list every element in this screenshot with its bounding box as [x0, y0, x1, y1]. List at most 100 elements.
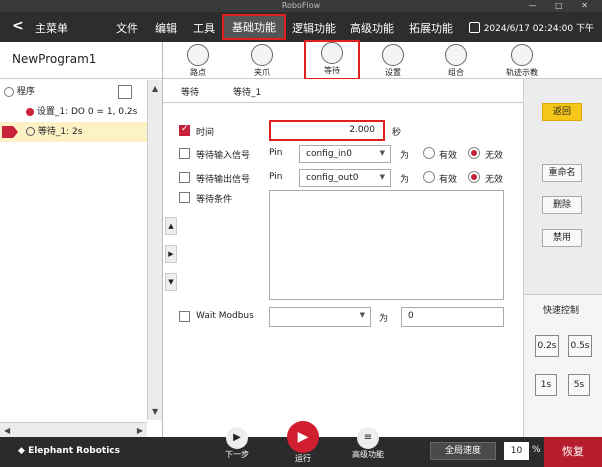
brand-logo: ◆ Elephant Robotics [18, 446, 120, 456]
back-icon[interactable]: < [12, 18, 24, 34]
tree-vertical-scrollbar[interactable]: ▲ ▼ [147, 80, 162, 420]
wait-input-pin-select[interactable]: config_in0 ▼ [299, 145, 391, 163]
speed-input[interactable]: 10 [504, 442, 529, 460]
modbus-select[interactable]: ▼ [269, 307, 371, 327]
restore-button[interactable]: 恢复 [544, 437, 602, 467]
set-icon [382, 44, 404, 66]
tool-label: 设置 [385, 68, 401, 77]
bottom-bar: ◆ Elephant Robotics ▶ 下一步 ▶ 运行 ≡ 高级功能 全局… [0, 421, 602, 467]
group-icon [445, 44, 467, 66]
window-controls[interactable]: — □ ✕ [529, 0, 596, 12]
quick-1s-button[interactable]: 1s [535, 374, 557, 396]
move-down-icon[interactable]: ▼ [165, 273, 177, 291]
tab-wait-1[interactable]: 等待_1 [233, 85, 261, 98]
list-icon[interactable] [118, 82, 136, 102]
wait-input-checkbox[interactable] [179, 148, 190, 159]
tool-group[interactable]: 组合 [433, 44, 479, 78]
time-unit: 秒 [392, 128, 402, 138]
condition-textarea[interactable] [269, 190, 504, 300]
window-title: RoboFlow [281, 1, 321, 10]
menu-tools[interactable]: 工具 [193, 20, 215, 36]
menu-bar: < 主菜单 文件 编辑 工具 基础功能 逻辑功能 高级功能 拓展功能 2024/… [0, 12, 602, 42]
tool-label: 组合 [448, 68, 464, 77]
tree-item-label: 等待_1: 2s [37, 127, 83, 137]
wait-output-valid-radio[interactable] [423, 171, 435, 183]
tree-item-set[interactable]: 设置_1: DO 0 = 1, 0.2s [0, 102, 147, 122]
condition-side-buttons: ▲ ▶ ▼ [163, 209, 178, 299]
wait-input-pin-value: config_in0 [306, 149, 352, 159]
tool-label: 夹爪 [254, 68, 270, 77]
quick-0-5s-button[interactable]: 0.5s [568, 335, 592, 357]
next-step-label: 下一步 [225, 450, 249, 459]
wait-icon [26, 127, 35, 136]
time-input[interactable]: 2.000 [269, 120, 385, 141]
next-step-button[interactable]: ▶ 下一步 [225, 427, 249, 460]
condition-checkbox[interactable] [179, 192, 190, 203]
datetime-text: 2024/6/17 02:24:00 下午 [483, 24, 594, 34]
tree-horizontal-scrollbar[interactable]: ◀ ▶ [0, 422, 147, 437]
rename-button[interactable]: 重命名 [542, 164, 582, 182]
tool-label: 路点 [190, 68, 206, 77]
run-button[interactable]: ▶ 运行 [287, 421, 319, 464]
datetime-display: 2024/6/17 02:24:00 下午 [468, 21, 594, 34]
scroll-right-icon[interactable]: ▶ [137, 426, 143, 435]
modbus-label: Wait Modbus [196, 311, 254, 321]
tool-label: 轨迹示教 [506, 68, 538, 77]
advanced-label: 高级功能 [352, 450, 384, 459]
menu-edit[interactable]: 编辑 [155, 20, 177, 36]
modbus-checkbox[interactable] [179, 311, 190, 322]
function-toolbar: 路点 夹爪 等待 设置 组合 轨迹示教 [163, 40, 602, 80]
wait-input-valid-radio[interactable] [423, 147, 435, 159]
calendar-icon [468, 22, 480, 33]
play-icon: ▶ [287, 421, 319, 453]
tool-wait[interactable]: 等待 [304, 40, 360, 80]
wait-output-pin-select[interactable]: config_out0 ▼ [299, 169, 391, 187]
advanced-button[interactable]: ≡ 高级功能 [352, 427, 384, 460]
quick-5s-button[interactable]: 5s [568, 374, 590, 396]
tree-item-label: 程序 [16, 87, 35, 97]
gripper-icon [251, 44, 273, 66]
wait-output-invalid-radio[interactable] [468, 171, 480, 183]
wait-editor: 等待 等待_1 时间 2.000 秒 等待输入信号 Pin config_in0… [163, 79, 523, 437]
quick-control-label: 快速控制 [543, 306, 580, 316]
tool-label: 等待 [324, 66, 340, 75]
menu-home[interactable]: 主菜单 [35, 20, 68, 36]
modbus-value-input[interactable]: 0 [401, 307, 504, 327]
run-label: 运行 [295, 454, 311, 463]
speed-unit: % [532, 445, 541, 455]
back-button[interactable]: 返回 [542, 103, 582, 121]
tab-bar: 等待 等待_1 [163, 79, 523, 103]
wait-output-for: 为 [400, 175, 410, 185]
scroll-left-icon[interactable]: ◀ [4, 426, 10, 435]
advanced-icon: ≡ [357, 427, 379, 449]
scroll-up-icon[interactable]: ▲ [152, 84, 158, 93]
menu-logic-functions[interactable]: 逻辑功能 [292, 20, 336, 36]
set-icon [26, 107, 34, 116]
menu-advanced-functions[interactable]: 高级功能 [350, 20, 394, 36]
move-up-icon[interactable]: ▲ [165, 217, 177, 235]
tree-item-wait[interactable]: 等待_1: 2s [0, 122, 147, 142]
tool-waypoint[interactable]: 路点 [175, 44, 221, 78]
menu-basic-functions[interactable]: 基础功能 [222, 14, 286, 40]
disable-button[interactable]: 禁用 [542, 229, 582, 247]
tab-wait[interactable]: 等待 [181, 85, 199, 98]
menu-extension-functions[interactable]: 拓展功能 [409, 20, 453, 36]
program-panel: NewProgram1 程序 设置_1: DO 0 = 1, 0.2s 等待_1… [0, 42, 163, 437]
program-tree: 程序 设置_1: DO 0 = 1, 0.2s 等待_1: 2s [0, 80, 147, 420]
tool-trajectory[interactable]: 轨迹示教 [499, 44, 545, 78]
wait-input-invalid-radio[interactable] [468, 147, 480, 159]
tool-set[interactable]: 设置 [370, 44, 416, 78]
elephant-logo-icon: ◆ [18, 446, 25, 456]
wait-output-checkbox[interactable] [179, 172, 190, 183]
time-checkbox[interactable] [179, 124, 190, 136]
move-right-icon[interactable]: ▶ [165, 245, 177, 263]
tool-gripper[interactable]: 夹爪 [239, 44, 285, 78]
menu-file[interactable]: 文件 [116, 20, 138, 36]
quick-0-2s-button[interactable]: 0.2s [535, 335, 559, 357]
wait-input-pin-label: Pin [269, 148, 283, 158]
delete-button[interactable]: 删除 [542, 196, 582, 214]
scroll-down-icon[interactable]: ▼ [152, 407, 158, 416]
global-speed-label: 全局速度 [430, 442, 496, 460]
wait-output-label: 等待输出信号 [196, 175, 251, 185]
wait-output-invalid-label: 无效 [485, 175, 504, 185]
